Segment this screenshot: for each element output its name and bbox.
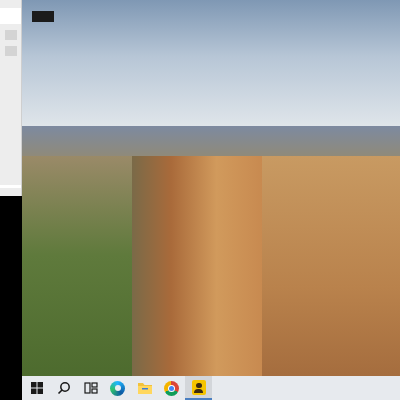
start-button[interactable] [23,376,50,400]
edge-icon [110,381,125,396]
search-button[interactable] [50,376,77,400]
chrome-button[interactable] [158,376,185,400]
task-view-button[interactable] [77,376,104,400]
taskbar [22,376,400,400]
task-view-icon [84,381,98,395]
chrome-icon [164,381,179,396]
wallpaper [22,0,400,376]
search-icon [57,381,71,395]
file-explorer-button[interactable] [131,376,158,400]
side-strip [0,0,22,400]
desktop [0,0,400,400]
partial-window[interactable] [0,0,22,196]
windows-logo-icon [31,382,43,394]
app-button[interactable] [185,376,212,400]
app-icon [192,380,206,395]
edge-button[interactable] [104,376,131,400]
tooltip [32,11,54,22]
folder-icon [137,381,153,395]
